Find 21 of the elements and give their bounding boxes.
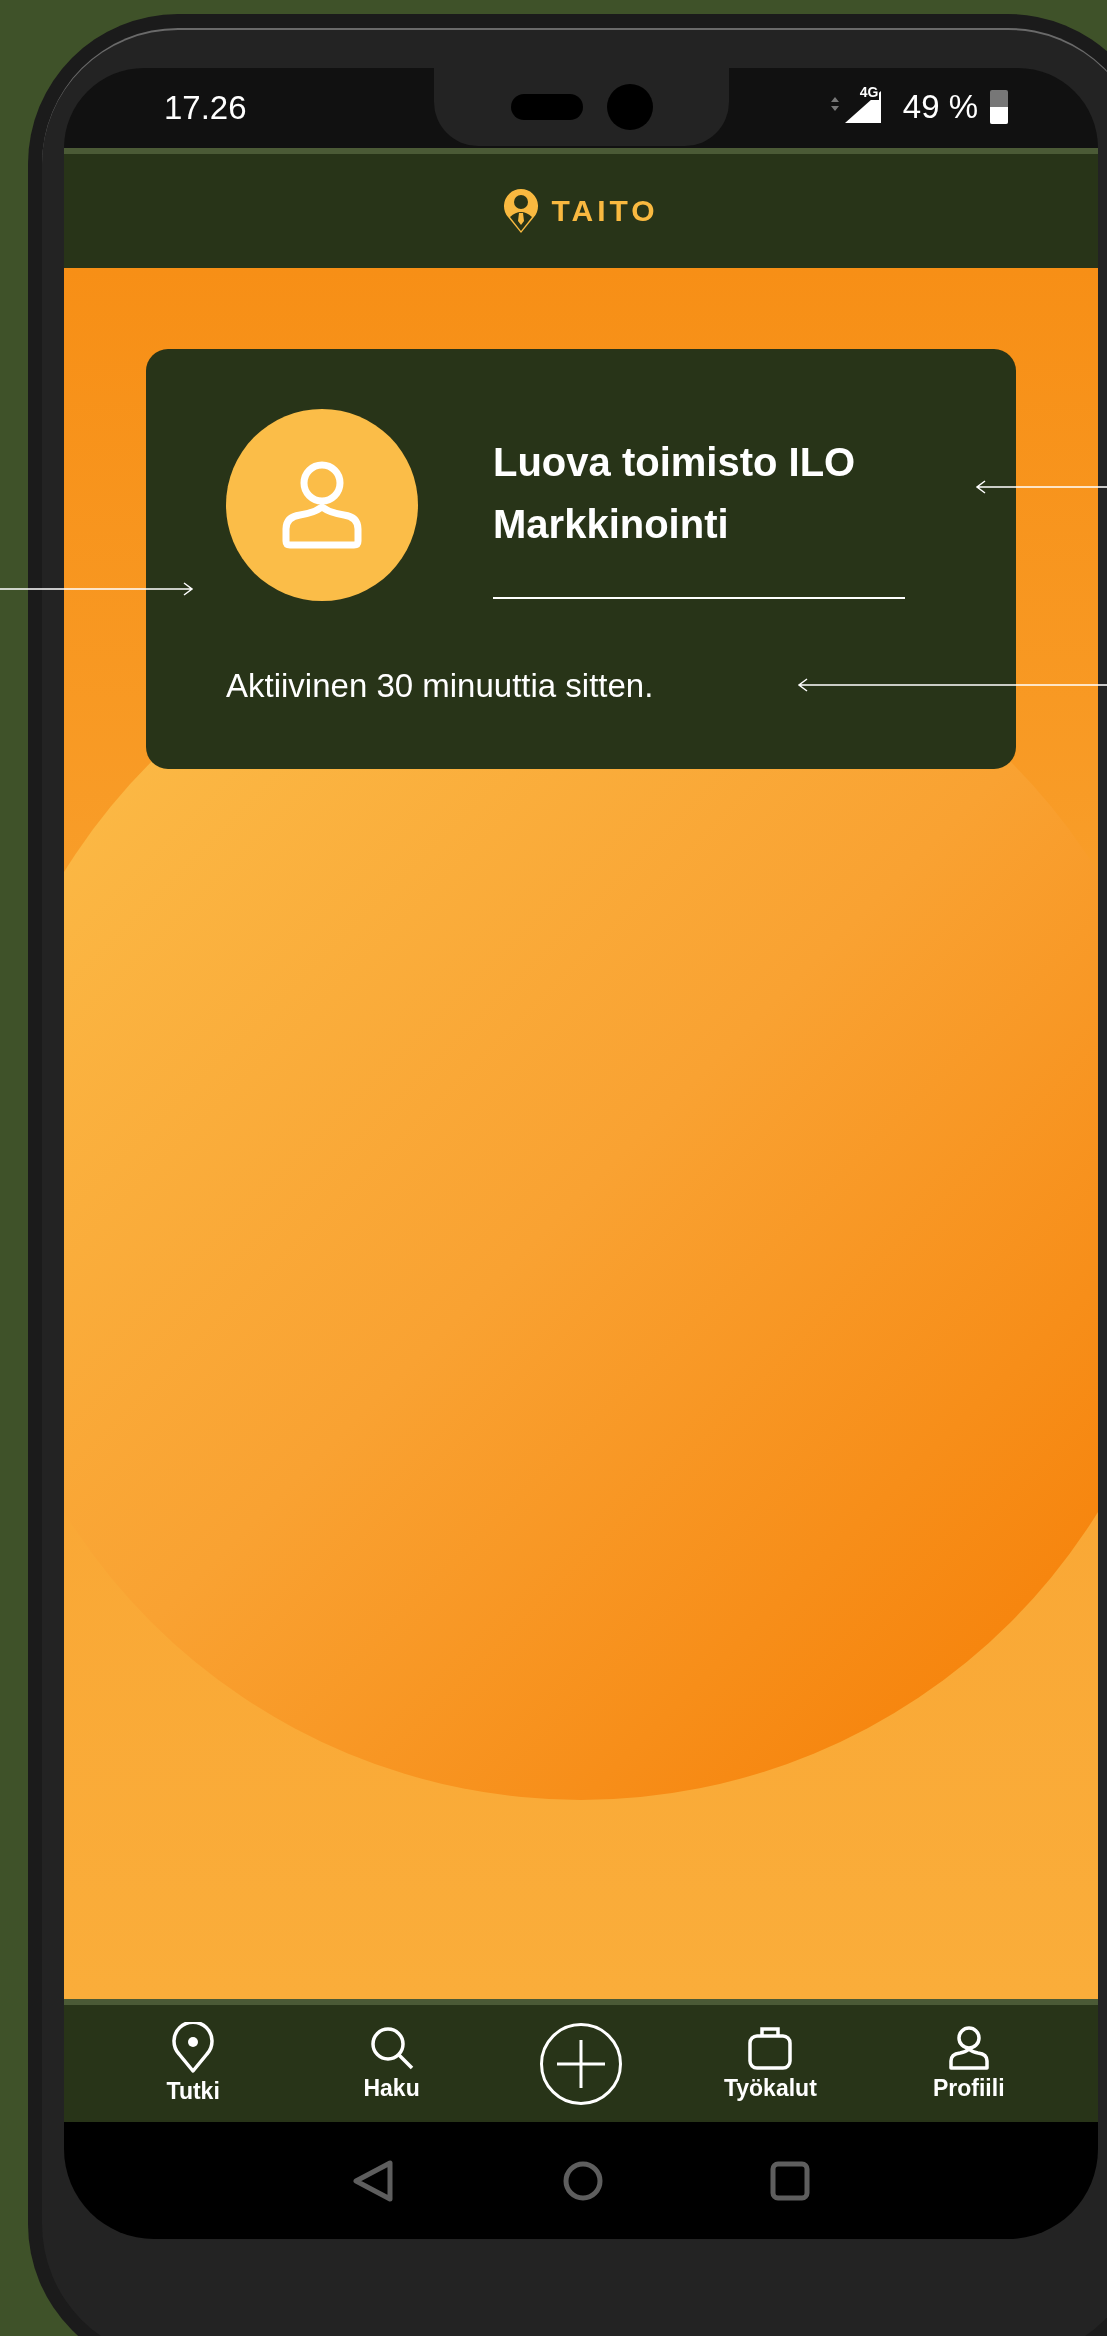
- clock-time: 17.26: [164, 89, 247, 127]
- map-pin-icon: [171, 2022, 216, 2074]
- briefcase-icon: [747, 2025, 794, 2071]
- search-icon: [368, 2025, 415, 2071]
- battery-icon: [990, 90, 1008, 124]
- nav-tab[interactable]: Työkalut: [720, 2025, 821, 2102]
- company-name: Luova toimisto ILO Markkinointi: [493, 439, 857, 548]
- home-icon[interactable]: [562, 2159, 604, 2202]
- add-button[interactable]: [539, 2022, 622, 2105]
- user-icon: [280, 459, 364, 551]
- logo-text: TAITO: [551, 194, 659, 228]
- plus-icon: [554, 2037, 607, 2090]
- back-icon[interactable]: [352, 2158, 396, 2203]
- battery-percent: 49 %: [902, 88, 978, 126]
- network-type: 4G: [858, 84, 880, 100]
- nav-tab[interactable]: Profiili: [918, 2025, 1019, 2102]
- activity-status: Aktiivinen 30 minuuttia sitten.: [226, 667, 655, 705]
- recent-apps-icon[interactable]: [770, 2160, 810, 2201]
- nav-tab[interactable]: Tutki: [143, 2022, 244, 2105]
- nav-tab[interactable]: Haku: [341, 2025, 442, 2102]
- logo-pin-icon: [503, 187, 540, 235]
